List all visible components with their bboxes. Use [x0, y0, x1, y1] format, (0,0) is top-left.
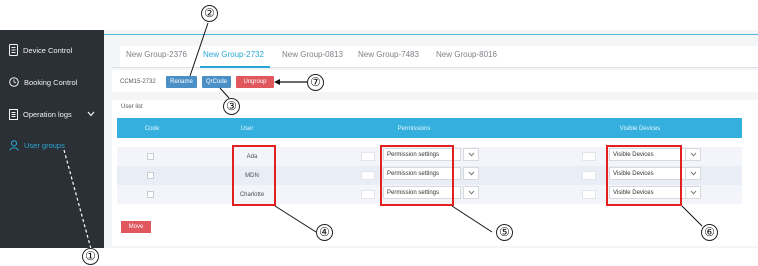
callout-lines [63, 22, 703, 250]
callout-4: ④ [316, 224, 333, 241]
callout-6: ⑥ [701, 224, 718, 241]
callout-7: ⑦ [307, 74, 324, 91]
callout-2: ② [201, 5, 218, 22]
callout-5: ⑤ [496, 224, 513, 241]
callout-3: ③ [223, 98, 240, 115]
callout-1: ① [82, 248, 99, 265]
